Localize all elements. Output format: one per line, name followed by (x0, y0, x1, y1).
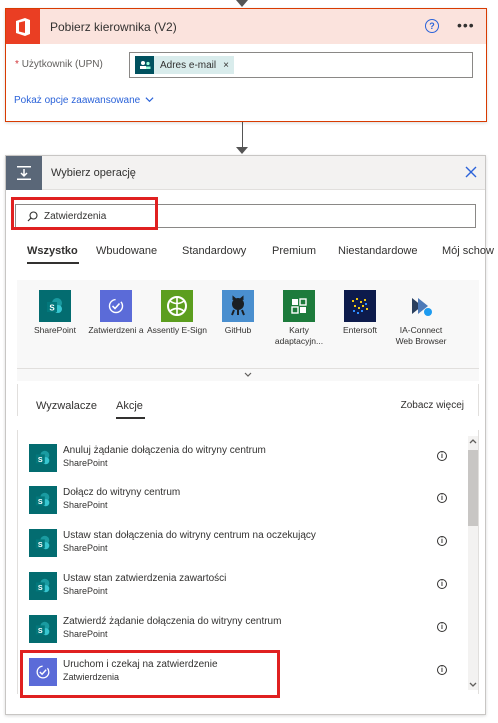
entersoft-icon (344, 290, 376, 322)
chevron-down-icon[interactable] (145, 95, 154, 104)
card-header: Wybierz operację (6, 155, 485, 190)
action-connector: SharePoint (63, 586, 108, 596)
token-label: Adres e-mail (160, 59, 217, 71)
info-icon[interactable]: i (437, 451, 447, 461)
connectors-panel: S SharePoint Zatwierdzeni a Assently E-S… (17, 280, 479, 380)
connector-assently[interactable]: Assently E-Sign (147, 290, 207, 336)
action-connector: SharePoint (63, 500, 108, 510)
search-highlight-box (11, 197, 158, 230)
action-highlight-box (20, 650, 280, 698)
svg-text:S: S (38, 626, 43, 635)
connector-label: Entersoft (342, 325, 378, 335)
connector-approvals[interactable]: Zatwierdzeni a (86, 290, 146, 336)
card-title: Pobierz kierownika (V2) (50, 19, 177, 34)
top-arrow-icon (236, 0, 248, 7)
action-title: Ustaw stan dołączenia do witryny centrum… (63, 530, 316, 541)
connector-label: Zatwierdzeni a (88, 325, 144, 335)
list-item[interactable]: S Ustaw stan zatwierdzenia zawartości Sh… (18, 564, 458, 604)
office-icon (6, 9, 40, 44)
sharepoint-icon: S (29, 529, 57, 557)
info-icon[interactable]: i (437, 622, 447, 632)
choose-operation-card: Wybierz operację Zatwierdzenia Wszystko … (5, 155, 494, 715)
info-icon[interactable]: i (437, 665, 447, 675)
list-item[interactable]: S Dołącz do witryny centrum SharePoint i (18, 478, 458, 518)
connector-ia-connect[interactable]: IA-Connect Web Browser (391, 290, 451, 347)
action-connector: SharePoint (63, 458, 108, 468)
list-item[interactable]: S Anuluj żądanie dołączenia do witryny c… (18, 436, 458, 476)
info-icon[interactable]: i (437, 493, 447, 503)
email-token[interactable]: Adres e-mail × (135, 56, 234, 74)
connector-adaptive-cards[interactable]: Karty adaptacyjn... (269, 290, 329, 347)
chevron-down-icon (244, 372, 252, 377)
card-title: Wybierz operację (51, 166, 136, 179)
action-connector: SharePoint (63, 629, 108, 639)
help-icon[interactable]: ? (425, 19, 439, 33)
get-manager-card: Pobierz kierownika (V2) ? ••• * Użytkown… (5, 8, 487, 122)
tab-premium[interactable]: Premium (272, 245, 316, 257)
tab-standard[interactable]: Standardowy (182, 245, 246, 257)
tab-actions[interactable]: Akcje (116, 400, 143, 412)
approvals-icon (100, 290, 132, 322)
action-title: Anuluj żądanie dołączenia do witryny cen… (63, 445, 266, 456)
github-icon (222, 290, 254, 322)
sharepoint-icon: S (29, 615, 57, 643)
see-more-link[interactable]: Zobacz więcej (401, 400, 464, 411)
connector-label: Karty adaptacyjn... (274, 325, 324, 346)
svg-text:S: S (38, 497, 43, 506)
scroll-thumb[interactable] (468, 450, 478, 526)
sharepoint-icon: S (39, 290, 71, 322)
action-title: Ustaw stan zatwierdzenia zawartości (63, 573, 227, 584)
tab-all[interactable]: Wszystko (27, 245, 78, 257)
close-icon[interactable] (465, 166, 477, 178)
expand-connectors-bar[interactable] (17, 368, 479, 381)
action-title: Zatwierdź żądanie dołączenia do witryny … (63, 616, 282, 627)
info-icon[interactable]: i (437, 536, 447, 546)
connector-label: IA-Connect Web Browser (395, 325, 447, 346)
active-subtab-indicator (116, 417, 145, 419)
svg-text:S: S (38, 540, 43, 549)
upn-field-label: * Użytkownik (UPN) (15, 59, 103, 70)
connector-label: GitHub (224, 325, 252, 335)
connector-entersoft[interactable]: Entersoft (330, 290, 390, 336)
upn-input[interactable]: Adres e-mail × (129, 52, 473, 78)
action-type-tabs: Wyzwalacze Akcje Zobacz więcej (17, 384, 479, 419)
scroll-up-icon[interactable] (468, 436, 478, 446)
assently-icon (161, 290, 193, 322)
category-tabs: Wszystko Wbudowane Standardowy Premium N… (6, 242, 494, 264)
tab-triggers[interactable]: Wyzwalacze (36, 400, 97, 412)
svg-text:S: S (38, 583, 43, 592)
sharepoint-icon: S (29, 444, 57, 472)
action-title: Dołącz do witryny centrum (63, 487, 181, 498)
show-advanced-link[interactable]: Pokaż opcje zaawansowane (14, 95, 140, 106)
card-header[interactable]: Pobierz kierownika (V2) ? ••• (6, 9, 486, 44)
token-remove-icon[interactable]: × (223, 60, 229, 71)
active-tab-indicator (27, 262, 79, 264)
tab-builtin[interactable]: Wbudowane (96, 245, 157, 257)
list-item[interactable]: S Zatwierdź żądanie dołączenia do witryn… (18, 607, 458, 647)
scrollbar[interactable] (468, 436, 478, 690)
more-options-icon[interactable]: ••• (457, 17, 475, 33)
action-connector: SharePoint (63, 543, 108, 553)
upn-field-row: * Użytkownik (UPN) Adres e-mail × (6, 52, 486, 78)
connector-github[interactable]: GitHub (208, 290, 268, 336)
tab-clipboard[interactable]: Mój schow (442, 245, 494, 257)
sharepoint-icon: S (29, 486, 57, 514)
operation-icon (6, 155, 42, 190)
connector-sharepoint[interactable]: S SharePoint (25, 290, 85, 336)
tab-custom[interactable]: Niestandardowe (338, 245, 418, 257)
svg-text:S: S (38, 455, 43, 464)
users-icon (135, 56, 154, 74)
sharepoint-icon: S (29, 572, 57, 600)
list-item[interactable]: S Ustaw stan dołączenia do witryny centr… (18, 521, 458, 561)
middle-connector-line (242, 122, 243, 150)
svg-text:S: S (49, 304, 55, 313)
scroll-down-icon[interactable] (468, 680, 478, 690)
connector-label: Assently E-Sign (147, 325, 207, 335)
ia-connect-icon (405, 290, 437, 322)
connector-label: SharePoint (33, 325, 77, 335)
info-icon[interactable]: i (437, 579, 447, 589)
middle-arrow-icon (236, 147, 248, 154)
adaptive-cards-icon (283, 290, 315, 322)
